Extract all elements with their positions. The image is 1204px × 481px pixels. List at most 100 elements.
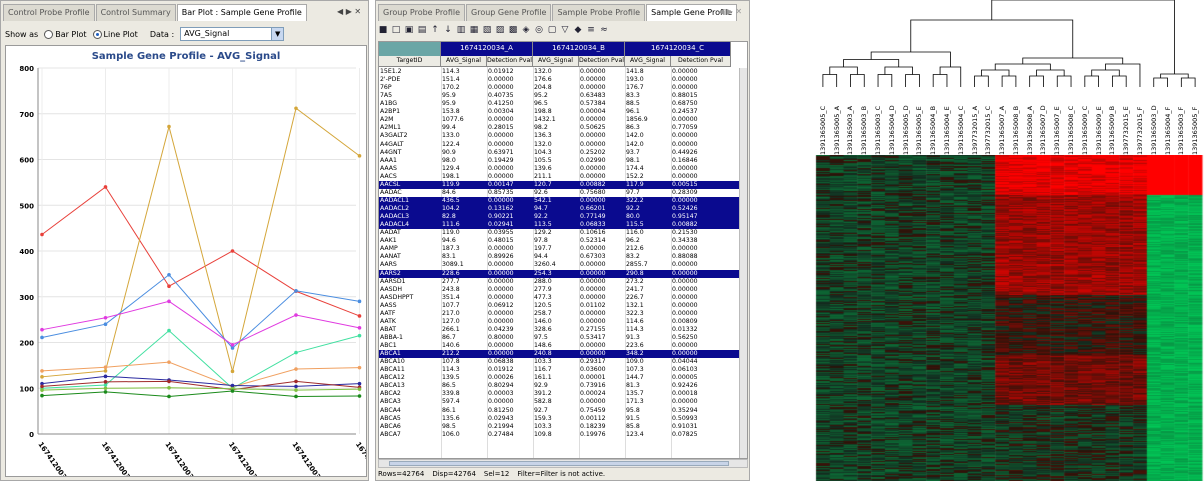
table-row[interactable]: AADAC 84.6 0.85735 92.6 0.75680 97.7 0.28309 (379, 189, 747, 197)
table-row[interactable]: ABAT 266.1 0.04239 328.6 0.27155 114.3 0.01332 (379, 325, 747, 334)
toolbar-icon-14[interactable]: ▽ (560, 25, 570, 35)
data-select[interactable]: AVG_Signal ▼ (180, 27, 285, 41)
table-row[interactable]: AADACL2 104.2 0.13162 94.7 0.66201 92.2 0.5242… (379, 205, 747, 214)
table-cell: 288.0 (534, 277, 552, 285)
table-row[interactable]: ABCA1 212.2 0.00000 240.8 0.00000 348.2 0.0000… (379, 350, 747, 359)
table-row[interactable]: 7A5 95.9 0.40735 95.2 0.63483 83.3 0.88015 (379, 92, 747, 100)
table-row[interactable]: AADAT 119.0 0.03955 129.2 0.10616 116.0 0.2153… (379, 229, 747, 237)
table-row[interactable]: AAA1 98.0 0.19429 105.5 0.02990 98.1 0.16846 (379, 157, 747, 165)
middle-tab-nav[interactable]: ◀ ▶ ✕ (718, 7, 742, 16)
column-header[interactable]: Detection Pval (671, 56, 731, 67)
table-row[interactable]: AASS 107.7 0.06912 120.5 0.01102 132.1 0.00000 (379, 302, 747, 310)
data-point (230, 389, 235, 393)
bar-plot-label[interactable]: Bar Plot (55, 30, 86, 39)
toolbar-icon-6[interactable]: ▥ (456, 25, 466, 35)
toolbar-icon-8[interactable]: ▧ (482, 25, 492, 35)
table-row[interactable]: A4GNT 90.9 0.63971 104.3 0.25202 93.7 0.44926 (379, 149, 747, 157)
scrollbar-thumb[interactable] (389, 461, 729, 466)
table-row[interactable]: 15E1.2 114.3 0.01912 132.0 0.00000 141.8 0.000… (379, 68, 747, 76)
table-row[interactable]: A2ML1 99.4 0.28015 98.2 0.50625 86.3 0.77059 (379, 124, 747, 132)
table-row[interactable]: ABCA2 339.8 0.00003 391.2 0.00024 135.7 0.0001… (379, 390, 747, 398)
toolbar-icon-13[interactable]: ▢ (547, 25, 557, 35)
column-header[interactable]: Detection Pval (487, 56, 533, 67)
table-row[interactable]: AAMP 187.3 0.00000 197.7 0.00000 212.6 0.00000 (379, 245, 747, 253)
dendrogram-branch (829, 66, 858, 75)
table-row[interactable]: ABCA7 106.0 0.27484 109.8 0.19976 123.4 0.0782… (379, 431, 747, 439)
tab-group-probe-profile[interactable]: Group Probe Profile (378, 4, 466, 21)
toolbar-icon-3[interactable]: ▤ (417, 25, 427, 35)
table-row[interactable]: ABCA5 135.6 0.02943 159.3 0.00112 91.5 0.50993 (379, 415, 747, 423)
table-row[interactable]: AADACL1 436.5 0.00000 542.1 0.00000 322.2 0.00… (379, 196, 747, 205)
toolbar-icon-2[interactable]: ▣ (404, 25, 414, 35)
table-cell: 0.00000 (580, 342, 606, 350)
column-header[interactable]: TargetID (379, 56, 441, 67)
toolbar-icon-5[interactable]: ↓ (443, 25, 453, 35)
table-row[interactable]: A3GALT2 133.0 0.00000 136.3 0.00000 142.0 0.00… (379, 132, 747, 140)
table-cell: 0.00000 (672, 269, 698, 277)
table-row[interactable]: A2M 1077.6 0.00000 1432.1 0.00000 1856.9 0.000… (379, 116, 747, 124)
toolbar-icon-9[interactable]: ▨ (495, 25, 505, 35)
left-tab-nav[interactable]: ◀ ▶ ✕ (337, 7, 361, 16)
toolbar-icon-4[interactable]: ↑ (430, 25, 440, 35)
table-row[interactable]: ABCA4 86.1 0.81250 92.7 0.75459 95.8 0.35294 (379, 407, 747, 415)
column-header[interactable]: AVG_Signal (441, 56, 487, 67)
horizontal-scrollbar[interactable] (378, 459, 748, 468)
table-row[interactable]: AADACL3 82.8 0.90221 92.2 0.77149 80.0 0.95147 (379, 213, 747, 222)
table-cell: 116.7 (534, 366, 552, 374)
column-header[interactable]: Detection Pval (579, 56, 625, 67)
table-row[interactable]: 2'-PDE 151.4 0.00000 176.6 0.00000 193.0 0.000… (379, 76, 747, 84)
tab-bar-plot[interactable]: Bar Plot : Sample Gene Profile (176, 4, 307, 21)
line-plot-radio[interactable] (92, 29, 102, 39)
table-row[interactable]: ABCA12 139.5 0.00026 161.1 0.00001 144.7 0.000… (379, 374, 747, 382)
sample-header[interactable]: 1674120034_B (533, 42, 625, 56)
toolbar-icon-17[interactable]: ≈ (599, 25, 609, 35)
table-row[interactable]: A4GALT 122.4 0.00000 132.0 0.00000 142.0 0.000… (379, 141, 747, 149)
table-row[interactable]: 76P 170.2 0.00000 204.8 0.00000 176.7 0.00000 (379, 84, 747, 92)
table-row[interactable]: ABCA13 86.5 0.80294 92.9 0.73916 81.3 0.92426 (379, 382, 747, 390)
toolbar-icon-7[interactable]: ▦ (469, 25, 479, 35)
table-row[interactable]: A2BP1 153.8 0.00304 198.8 0.00004 96.1 0.24537 (379, 108, 747, 116)
toolbar-icon-11[interactable]: ◈ (521, 25, 531, 35)
vertical-scrollbar[interactable] (739, 68, 747, 458)
table-row[interactable]: AATF 217.0 0.00000 258.7 0.00000 322.3 0.00000 (379, 310, 747, 318)
toolbar-icon-1[interactable]: □ (391, 25, 401, 35)
toolbar-icon-12[interactable]: ◎ (534, 25, 544, 35)
chevron-down-icon[interactable]: ▼ (271, 28, 284, 40)
line-plot-label[interactable]: Line Plot (104, 30, 138, 39)
table-row[interactable]: AANAT 83.1 0.89926 94.4 0.67303 83.2 0.88088 (379, 253, 747, 261)
table-row[interactable]: AAK1 94.6 0.48015 97.8 0.52314 96.2 0.34338 (379, 237, 747, 245)
table-row[interactable]: ABCA10 107.8 0.06838 103.3 0.29317 109.0 0.040… (379, 358, 747, 366)
table-cell: 0.27155 (580, 325, 606, 333)
table-row[interactable]: ABC1 140.6 0.00000 148.6 0.00000 223.6 0.00000 (379, 342, 747, 350)
table-cell: 174.4 (626, 164, 644, 172)
toolbar-icon-16[interactable]: ≡ (586, 25, 596, 35)
table-row[interactable]: AASDHPPT 351.4 0.00000 477.3 0.00000 226.7 0.0… (379, 294, 747, 302)
table-row[interactable]: ABBA-1 86.7 0.80000 97.5 0.53417 91.3 0.56250 (379, 334, 747, 342)
table-row[interactable]: ABCA6 98.5 0.21994 103.3 0.18239 85.8 0.91031 (379, 423, 747, 431)
toolbar-icon-10[interactable]: ▩ (508, 25, 518, 35)
tab-sample-probe-profile[interactable]: Sample Probe Profile (552, 4, 646, 21)
table-row[interactable]: AACS 198.1 0.00000 211.1 0.00000 152.2 0.00000 (379, 173, 747, 181)
table-row[interactable]: AAAS 129.4 0.00000 139.6 0.00000 174.4 0.00000 (379, 164, 747, 173)
table-row[interactable]: A1BG 95.9 0.41250 96.5 0.57384 88.5 0.68750 (379, 100, 747, 108)
column-header[interactable]: AVG_Signal (625, 56, 671, 67)
table-row[interactable]: AATK 127.0 0.00000 146.0 0.00000 114.6 0.00809 (379, 318, 747, 326)
toolbar-icon-0[interactable]: ■ (378, 25, 388, 35)
status-rows: Rows=42764 (378, 470, 425, 478)
bar-plot-radio[interactable] (44, 29, 54, 39)
table-row[interactable]: ABCA11 114.3 0.01912 116.7 0.03600 107.3 0.061… (379, 366, 747, 374)
table-row[interactable]: AARS 3089.1 0.00000 3260.4 0.00000 2855.7 0.00… (379, 261, 747, 269)
sample-header[interactable]: 1674120034_C (625, 42, 731, 56)
table-row[interactable]: AARS2 228.6 0.00000 254.3 0.00000 290.8 0.0000… (379, 269, 747, 278)
sample-header[interactable]: 1674120034_A (441, 42, 533, 56)
tab-control-probe-profile[interactable]: Control Probe Profile (3, 4, 95, 21)
toolbar-icon-15[interactable]: ◆ (573, 25, 583, 35)
table-row[interactable]: AARSD1 277.7 0.00000 288.0 0.00000 273.2 0.000… (379, 277, 747, 286)
tab-control-summary[interactable]: Control Summary (95, 4, 176, 21)
table-row[interactable]: AADACL4 111.6 0.02941 113.5 0.06833 115.5 0.00… (379, 221, 747, 230)
table-row[interactable]: ABCA3 597.4 0.00000 582.8 0.00000 171.3 0.0000… (379, 398, 747, 406)
table-row[interactable]: AASDH 243.8 0.00000 277.9 0.00000 241.7 0.0000… (379, 286, 747, 294)
table-row[interactable]: AACSL 119.9 0.00147 120.7 0.00882 117.9 0.0051… (379, 180, 747, 189)
column-header[interactable]: AVG_Signal (533, 56, 579, 67)
tab-group-gene-profile[interactable]: Group Gene Profile (466, 4, 552, 21)
